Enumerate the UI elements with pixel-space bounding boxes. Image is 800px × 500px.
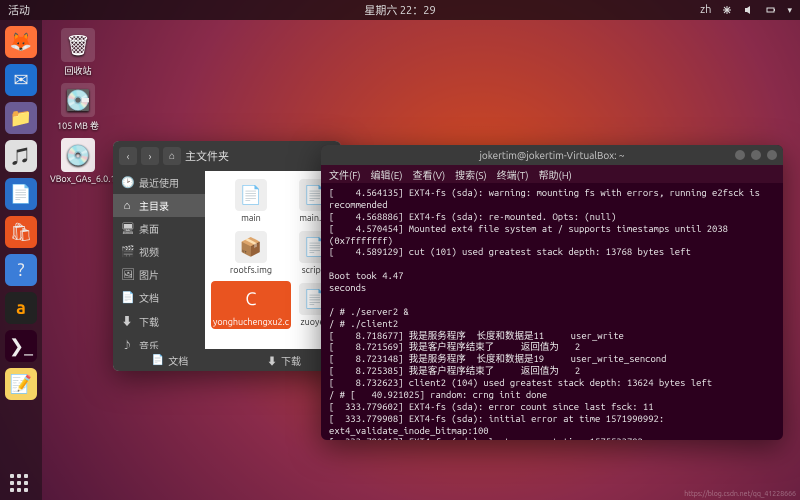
- terminal-window: jokertim@jokertim-VirtualBox: ~ 文件(F) 编辑…: [321, 145, 783, 440]
- system-tray: zh ▾: [700, 4, 792, 16]
- files-footer: 📄 文档 ⬇ 下载: [113, 349, 341, 371]
- dock-terminal[interactable]: ❯_: [5, 330, 37, 362]
- footer-documents[interactable]: 📄 文档: [113, 349, 227, 371]
- dock-help[interactable]: ?: [5, 254, 37, 286]
- files-header: ‹ › ⌂ 主文件夹: [113, 141, 341, 171]
- download-icon: ⬇: [121, 313, 133, 329]
- menu-terminal[interactable]: 终端(T): [497, 167, 529, 182]
- download-icon: ⬇: [267, 353, 277, 368]
- menu-view[interactable]: 查看(V): [412, 167, 445, 182]
- sidebar-label: 最近使用: [139, 175, 179, 190]
- menu-search[interactable]: 搜索(S): [455, 167, 487, 182]
- sidebar-label: 文档: [139, 290, 159, 305]
- nav-back-button[interactable]: ‹: [119, 147, 137, 165]
- home-icon[interactable]: ⌂: [163, 147, 181, 165]
- dock-amazon[interactable]: a: [5, 292, 37, 324]
- terminal-output[interactable]: [ 4.564135] EXT4-fs (sda): warning: moun…: [321, 183, 783, 440]
- desktop-trash-label: 回收站: [50, 64, 106, 77]
- desktop-volume-label: 105 MB 卷: [50, 119, 106, 132]
- dock-software[interactable]: 🛍: [5, 216, 37, 248]
- input-method-indicator[interactable]: zh: [700, 4, 711, 16]
- minimize-button[interactable]: [735, 150, 745, 160]
- dock: 🦊 ✉ 📁 ♫ 📄 🛍 ? a ❯_ 📝: [0, 20, 42, 500]
- path-label: 主文件夹: [185, 148, 229, 164]
- file-item-rootfs[interactable]: 📦rootfs.img: [211, 229, 291, 277]
- sidebar-item-pictures[interactable]: 🖼 图片: [113, 263, 205, 286]
- files-window: ‹ › ⌂ 主文件夹 🕑 最近使用 ⌂ 主目录 🖥 桌面 🎬 视频 🖼 图片 📄 文档 ⬇ 下…: [113, 141, 341, 371]
- picture-icon: 🖼: [121, 268, 133, 281]
- desktop-icon: 🖥: [121, 222, 133, 235]
- show-applications-button[interactable]: [10, 474, 28, 492]
- file-label: main: [213, 213, 289, 223]
- sidebar-item-music[interactable]: ♪ 音乐: [113, 333, 205, 349]
- watermark: https://blog.csdn.net/qq_41228666: [684, 490, 796, 498]
- desktop-icons: 🗑 回收站 💽 105 MB 卷 💿 VBox_GAs_6.0.12: [50, 28, 106, 184]
- sidebar-label: 桌面: [139, 221, 159, 236]
- dock-rhythmbox[interactable]: ♫: [5, 140, 37, 172]
- sidebar-item-home[interactable]: ⌂ 主目录: [113, 194, 205, 217]
- terminal-title: jokertim@jokertim-VirtualBox: ~: [479, 150, 624, 161]
- battery-icon[interactable]: [765, 4, 777, 16]
- desktop-vbox-additions[interactable]: 💿 VBox_GAs_6.0.12: [50, 138, 106, 184]
- menu-file[interactable]: 文件(F): [329, 167, 361, 182]
- top-bar: 活动 星期六 22：29 zh ▾: [0, 0, 800, 20]
- dock-firefox[interactable]: 🦊: [5, 26, 37, 58]
- desktop-volume[interactable]: 💽 105 MB 卷: [50, 83, 106, 132]
- video-icon: 🎬: [121, 245, 133, 258]
- clock[interactable]: 星期六 22：29: [364, 2, 435, 18]
- files-sidebar: 🕑最近使用 ⌂主目录 🖥桌面 🎬视频 🖼图片 📄文档 ⬇下载 ♪音乐 🗑回收站 …: [113, 171, 205, 349]
- sidebar-label: 音乐: [139, 338, 159, 350]
- footer-label: 下载: [281, 353, 301, 368]
- sidebar-item-recent[interactable]: 🕑 最近使用: [113, 171, 205, 194]
- dock-text-editor[interactable]: 📝: [5, 368, 37, 400]
- activities-button[interactable]: 活动: [8, 2, 30, 18]
- dock-thunderbird[interactable]: ✉: [5, 64, 37, 96]
- terminal-menubar: 文件(F) 编辑(E) 查看(V) 搜索(S) 终端(T) 帮助(H): [321, 165, 783, 183]
- menu-edit[interactable]: 编辑(E): [371, 167, 403, 182]
- dock-writer[interactable]: 📄: [5, 178, 37, 210]
- music-icon: ♪: [121, 337, 133, 349]
- dock-files[interactable]: 📁: [5, 102, 37, 134]
- document-icon: 📄: [121, 291, 133, 304]
- sidebar-label: 主目录: [139, 198, 169, 213]
- document-icon: 📄: [152, 354, 164, 366]
- network-icon[interactable]: [721, 4, 733, 16]
- clock-icon: 🕑: [121, 176, 133, 189]
- maximize-button[interactable]: [751, 150, 761, 160]
- home-icon: ⌂: [121, 200, 133, 212]
- file-item-yonghu[interactable]: Cyonghuchengxu2.c: [211, 281, 291, 329]
- menu-help[interactable]: 帮助(H): [539, 167, 572, 182]
- terminal-titlebar[interactable]: jokertim@jokertim-VirtualBox: ~: [321, 145, 783, 165]
- file-label: yonghuchengxu2.c: [213, 317, 289, 327]
- nav-forward-button[interactable]: ›: [141, 147, 159, 165]
- footer-label: 文档: [168, 353, 188, 368]
- volume-icon[interactable]: [743, 4, 755, 16]
- close-button[interactable]: [767, 150, 777, 160]
- sidebar-label: 视频: [139, 244, 159, 259]
- sidebar-item-desktop[interactable]: 🖥 桌面: [113, 217, 205, 240]
- chevron-down-icon[interactable]: ▾: [787, 5, 792, 16]
- sidebar-item-videos[interactable]: 🎬 视频: [113, 240, 205, 263]
- sidebar-label: 图片: [139, 267, 159, 282]
- file-item-main[interactable]: 📄main: [211, 177, 291, 225]
- sidebar-label: 下载: [139, 314, 159, 329]
- desktop-vbox-label: VBox_GAs_6.0.12: [50, 174, 106, 184]
- sidebar-item-documents[interactable]: 📄 文档: [113, 286, 205, 309]
- sidebar-item-downloads[interactable]: ⬇ 下载: [113, 309, 205, 333]
- file-label: rootfs.img: [213, 265, 289, 275]
- desktop-trash[interactable]: 🗑 回收站: [50, 28, 106, 77]
